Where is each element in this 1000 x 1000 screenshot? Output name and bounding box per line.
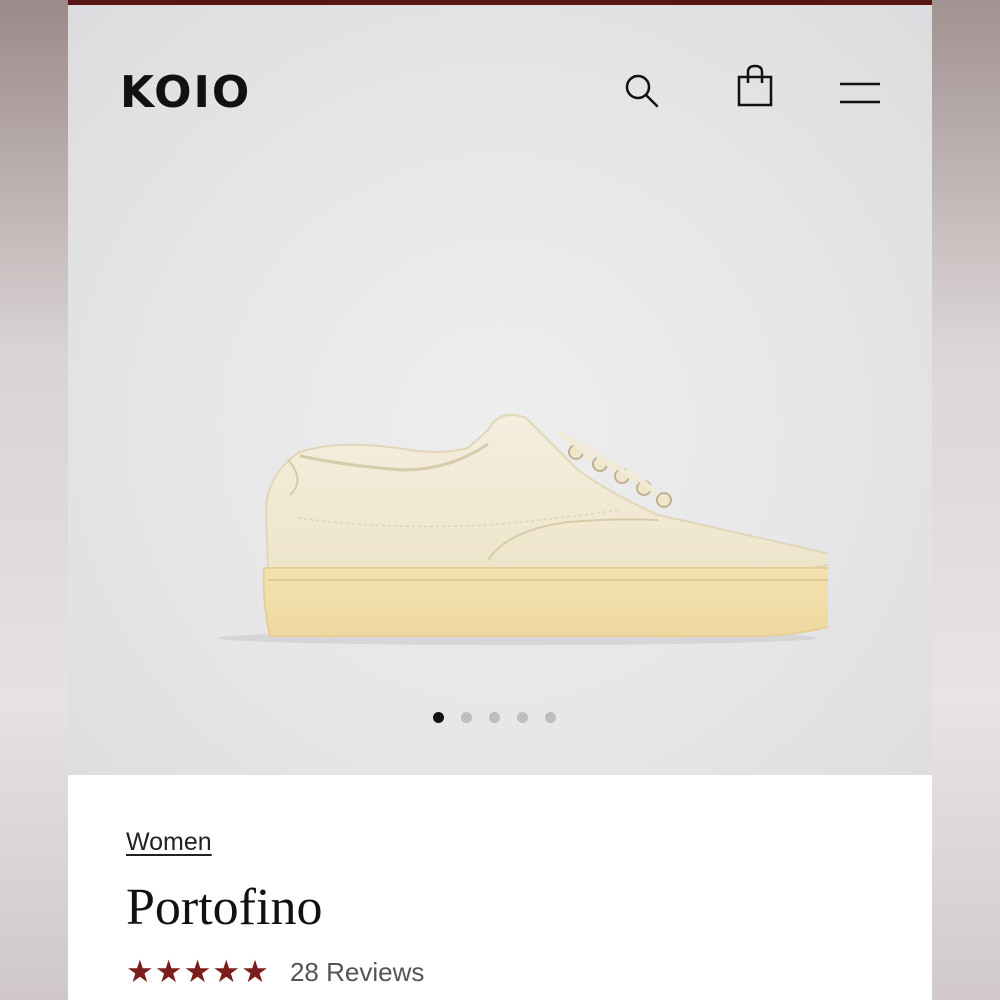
product-rating: ★★★★★ 28 Reviews <box>126 957 424 988</box>
product-info: Women <box>126 828 212 857</box>
shopping-bag-button[interactable] <box>736 63 774 107</box>
gallery-dot[interactable] <box>461 711 472 723</box>
gallery-pagination <box>433 710 556 724</box>
search-button[interactable] <box>624 73 660 109</box>
reviews-link[interactable]: 28 Reviews <box>290 957 424 988</box>
gallery-dot[interactable] <box>517 711 528 723</box>
gallery-dot[interactable] <box>489 711 500 723</box>
background-left <box>0 0 68 1000</box>
sneaker-image <box>218 414 880 645</box>
gallery-dot[interactable] <box>545 711 556 723</box>
category-breadcrumb-link[interactable]: Women <box>126 828 212 856</box>
background-right <box>932 0 1000 1000</box>
menu-button[interactable] <box>838 80 882 108</box>
menu-icon <box>840 82 880 104</box>
search-icon <box>625 74 659 108</box>
site-header: KOIO <box>68 5 932 175</box>
brand-logo[interactable]: KOIO <box>120 67 251 118</box>
shopping-bag-icon <box>737 64 773 107</box>
mobile-page: KOIO Women Portofino ★★★★★ 28 Reviews <box>68 0 932 1000</box>
product-image <box>198 400 880 650</box>
product-title: Portofino <box>126 879 323 936</box>
rating-stars: ★★★★★ <box>126 954 270 990</box>
gallery-dot[interactable] <box>433 711 444 723</box>
